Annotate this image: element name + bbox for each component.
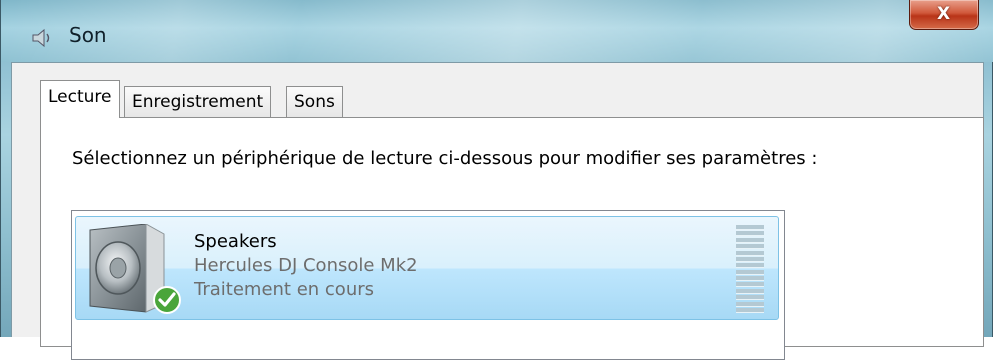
default-check-icon bbox=[153, 286, 181, 314]
level-segment bbox=[736, 288, 764, 294]
title-bar[interactable]: Son X bbox=[1, 0, 993, 62]
level-segment bbox=[736, 282, 764, 288]
level-segment bbox=[736, 269, 764, 275]
window-title: Son bbox=[69, 23, 107, 47]
level-segment bbox=[736, 244, 764, 250]
device-name: Speakers bbox=[194, 231, 277, 252]
sound-dialog-window: Son X Lecture Enregistrement Sons Sélect… bbox=[0, 0, 993, 360]
tab-lecture[interactable]: Lecture bbox=[40, 80, 120, 118]
level-segment bbox=[736, 276, 764, 281]
tab-enregistrement[interactable]: Enregistrement bbox=[124, 86, 272, 117]
device-description: Hercules DJ Console Mk2 bbox=[194, 255, 418, 276]
list-item-speakers[interactable]: Speakers Hercules DJ Console Mk2 Traitem… bbox=[75, 216, 779, 320]
instruction-text: Sélectionnez un périphérique de lecture … bbox=[72, 148, 818, 169]
level-segment bbox=[736, 256, 764, 262]
level-segment bbox=[736, 225, 764, 230]
dialog-client-area: Lecture Enregistrement Sons Sélectionnez… bbox=[11, 62, 984, 360]
speaker-small-icon bbox=[32, 28, 50, 48]
close-button[interactable]: X bbox=[909, 0, 979, 30]
level-segment bbox=[736, 263, 764, 269]
level-segment bbox=[736, 307, 764, 313]
level-segment bbox=[736, 301, 764, 307]
level-segment bbox=[736, 231, 764, 237]
device-status: Traitement en cours bbox=[194, 279, 375, 300]
volume-level-meter bbox=[736, 225, 764, 313]
level-segment bbox=[736, 237, 764, 243]
tab-sons[interactable]: Sons bbox=[286, 86, 343, 117]
tab-panel-lecture: Sélectionnez un périphérique de lecture … bbox=[40, 117, 984, 360]
level-segment bbox=[736, 250, 764, 256]
playback-device-list[interactable]: Speakers Hercules DJ Console Mk2 Traitem… bbox=[71, 210, 785, 360]
close-icon: X bbox=[937, 4, 951, 24]
level-segment bbox=[736, 295, 764, 301]
